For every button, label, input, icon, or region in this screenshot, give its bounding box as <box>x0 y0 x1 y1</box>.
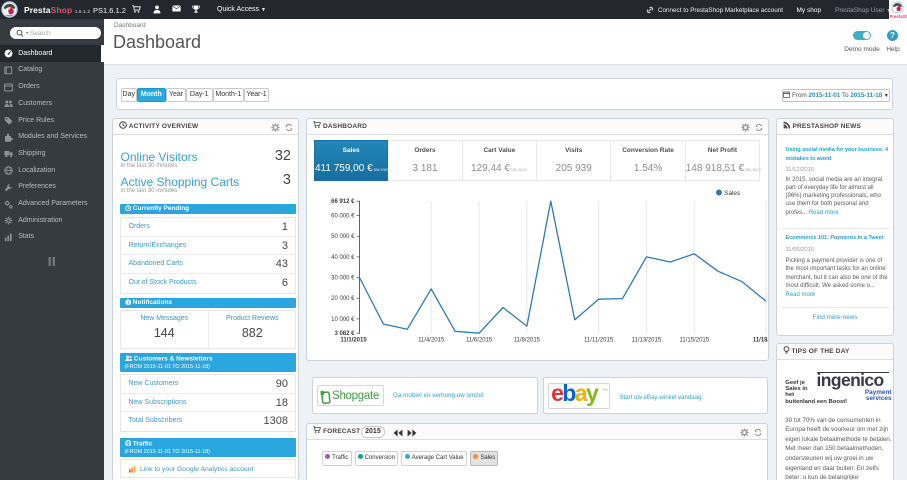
svg-text:11/13/2015: 11/13/2015 <box>632 337 662 343</box>
svg-text:60 000 €: 60 000 € <box>331 213 355 219</box>
svg-text:66 912 €: 66 912 € <box>331 199 355 205</box>
svg-text:11/1/2015: 11/1/2015 <box>340 337 367 343</box>
svg-text:11/6/2015: 11/6/2015 <box>466 337 493 343</box>
svg-text:20 000 €: 20 000 € <box>331 296 355 302</box>
svg-text:40 000 €: 40 000 € <box>331 254 355 260</box>
svg-text:11/11/2015: 11/11/2015 <box>584 337 614 343</box>
svg-text:11/15/2015: 11/15/2015 <box>680 337 710 343</box>
svg-text:10 000 €: 10 000 € <box>331 316 355 322</box>
svg-text:11/8/2015: 11/8/2015 <box>514 337 541 343</box>
svg-text:11/4/2015: 11/4/2015 <box>418 337 445 343</box>
svg-text:50 000 €: 50 000 € <box>331 234 355 240</box>
svg-text:Sales: Sales <box>724 190 741 197</box>
svg-text:30 000 €: 30 000 € <box>331 275 355 281</box>
svg-text:3 082 €: 3 082 € <box>334 331 355 337</box>
svg-text:11/18/201: 11/18/201 <box>753 337 768 343</box>
